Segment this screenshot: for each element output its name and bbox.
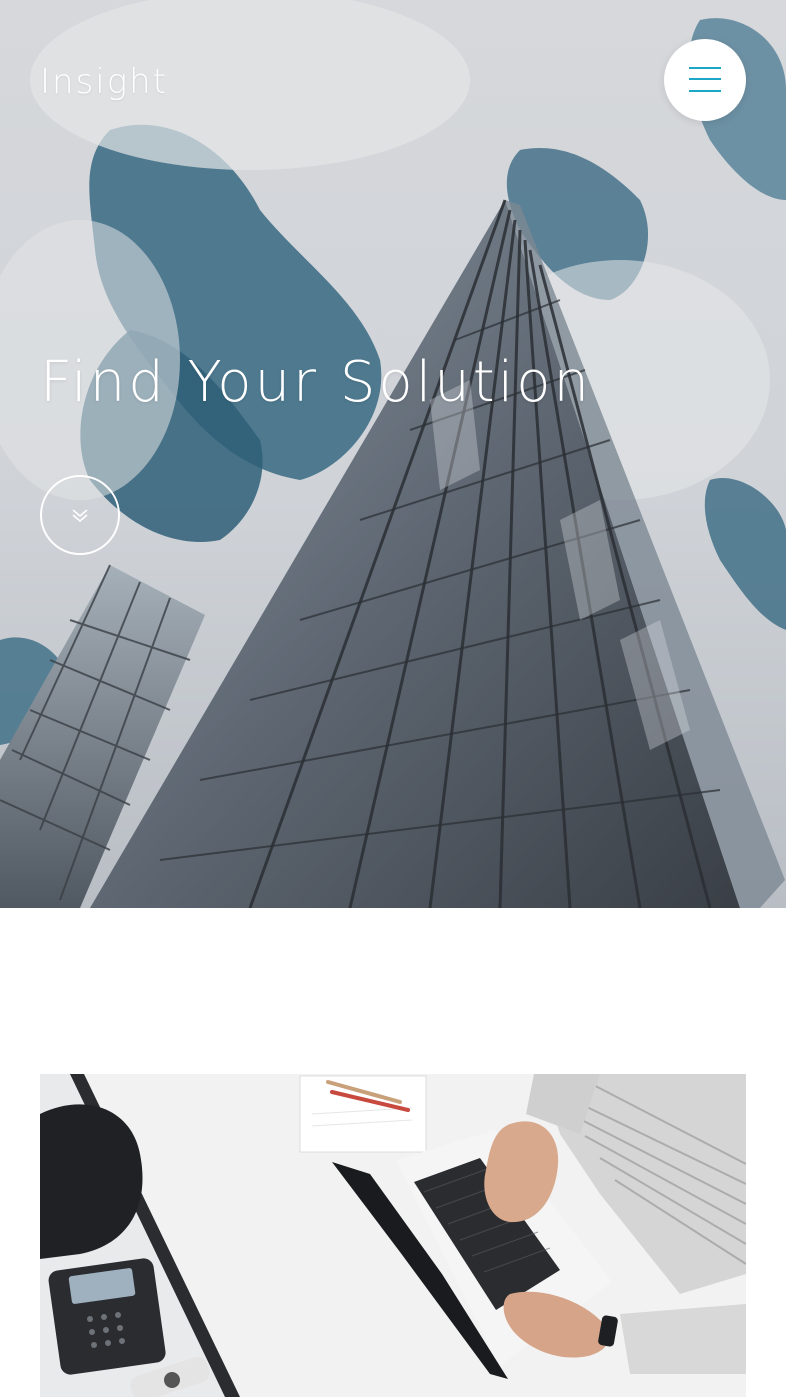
double-chevron-down-icon [72, 509, 88, 523]
laptop-desk-photo [40, 1074, 746, 1397]
hero-section: Insight Find Your Solution [0, 0, 786, 908]
scroll-down-button[interactable] [40, 475, 120, 555]
hero-title: Find Your Solution [40, 350, 593, 415]
brand-logo[interactable]: Insight [40, 62, 168, 102]
feature-photo [40, 1074, 746, 1397]
page: Insight Find Your Solution [0, 0, 786, 1397]
menu-button[interactable] [664, 39, 746, 121]
hero-background-image [0, 0, 786, 908]
